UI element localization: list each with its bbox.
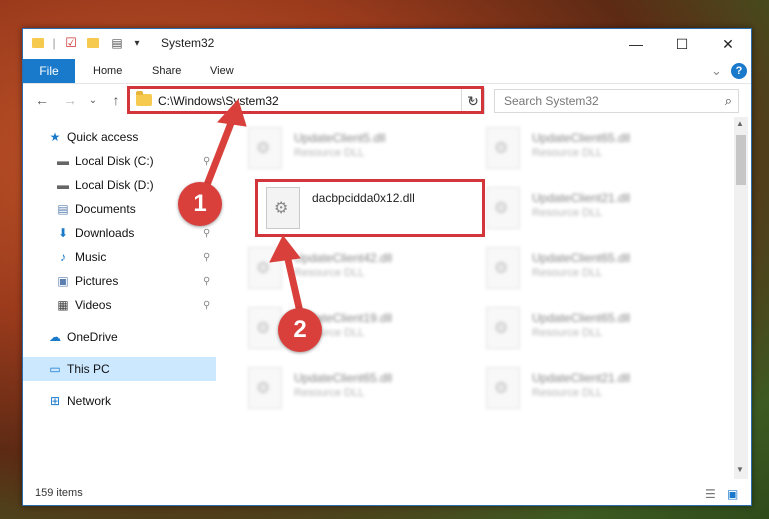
step-2-badge: 2 <box>278 308 322 352</box>
arrow-2-shaft <box>283 254 304 313</box>
annotation-arrows <box>201 99 304 313</box>
arrow-2-head <box>269 235 301 263</box>
step-1-badge: 1 <box>178 182 222 226</box>
arrow-1-shaft <box>201 116 237 192</box>
arrow-1-head <box>216 99 247 127</box>
